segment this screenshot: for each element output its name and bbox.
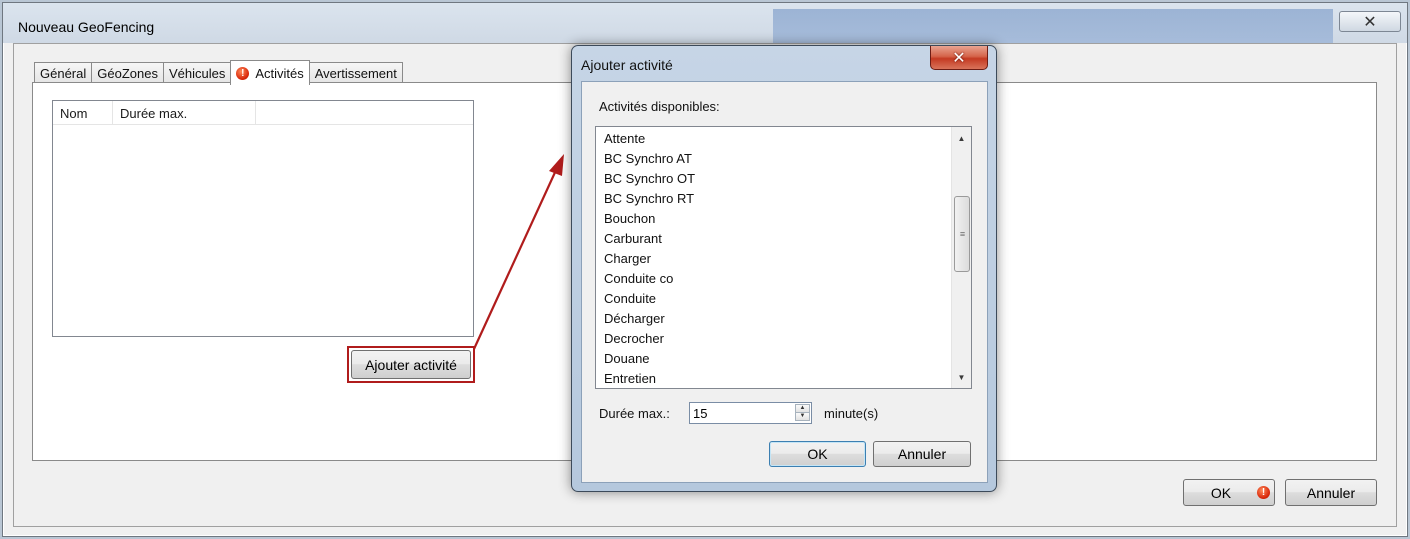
tab-vehicules[interactable]: Véhicules [162, 62, 232, 84]
duration-unit-label: minute(s) [824, 406, 879, 421]
dialog-ok-button[interactable]: OK [769, 441, 866, 467]
list-item[interactable]: BC Synchro OT [596, 169, 948, 189]
vertical-scrollbar[interactable]: ▲ ≡ ▼ [951, 127, 971, 388]
tab-label: Activités [255, 65, 304, 81]
dialog-close-button[interactable]: ✕ [930, 46, 988, 70]
dialog-cancel-button[interactable]: Annuler [873, 441, 971, 467]
scroll-down-icon[interactable]: ▼ [952, 368, 971, 386]
tab-activites[interactable]: ! Activités [230, 60, 310, 85]
column-header-nom[interactable]: Nom [53, 101, 113, 125]
close-icon: ✕ [1363, 13, 1377, 31]
list-item[interactable]: Entretien [596, 369, 948, 388]
tab-avertissement[interactable]: Avertissement [308, 62, 403, 84]
duration-label: Durée max.: [599, 406, 670, 421]
list-item[interactable]: Conduite [596, 289, 948, 309]
tab-label: Général [40, 66, 87, 81]
main-titlebar[interactable] [3, 3, 1407, 43]
list-header: Nom Durée max. [53, 101, 473, 125]
tab-geozones[interactable]: GéoZones [91, 62, 164, 84]
scroll-up-icon[interactable]: ▲ [952, 129, 971, 147]
list-item[interactable]: Carburant [596, 229, 948, 249]
button-label: Ajouter activité [365, 356, 457, 373]
column-header-duree-max[interactable]: Durée max. [113, 101, 256, 125]
duration-input[interactable] [692, 404, 792, 422]
list-item[interactable]: Bouchon [596, 209, 948, 229]
warning-icon: ! [236, 66, 250, 80]
listbox-items: Attente BC Synchro AT BC Synchro OT BC S… [596, 129, 948, 388]
button-label: OK [807, 446, 828, 462]
tab-strip: Général GéoZones Véhicules ! Activités A… [34, 60, 403, 85]
list-item[interactable]: BC Synchro RT [596, 189, 948, 209]
available-activities-label: Activités disponibles: [599, 99, 720, 114]
tab-label: Véhicules [168, 66, 226, 81]
list-item[interactable]: Decrocher [596, 329, 948, 349]
list-item[interactable]: Conduite co [596, 269, 948, 289]
list-item[interactable]: Décharger [596, 309, 948, 329]
main-close-button[interactable]: ✕ [1339, 11, 1401, 32]
spin-buttons: ▲ ▼ [795, 404, 810, 422]
warning-icon: ! [1257, 486, 1270, 499]
dialog-title: Ajouter activité [581, 57, 673, 73]
tab-general[interactable]: Général [34, 62, 93, 84]
close-icon: ✕ [952, 49, 966, 67]
tab-label: Avertissement [314, 66, 397, 81]
activities-list[interactable]: Nom Durée max. [52, 100, 474, 337]
add-activity-button[interactable]: Ajouter activité [351, 350, 471, 379]
button-label: Annuler [1306, 484, 1356, 501]
button-label: Annuler [897, 446, 947, 462]
list-item[interactable]: Douane [596, 349, 948, 369]
main-ok-button[interactable]: OK ! [1183, 479, 1275, 506]
button-label: OK [1210, 484, 1232, 501]
list-item[interactable]: BC Synchro AT [596, 149, 948, 169]
list-item[interactable]: Charger [596, 249, 948, 269]
main-cancel-button[interactable]: Annuler [1285, 479, 1377, 506]
background-window-strip [773, 9, 1333, 43]
list-item[interactable]: Attente [596, 129, 948, 149]
main-window-title: Nouveau GeoFencing [18, 19, 155, 35]
tab-label: GéoZones [97, 66, 158, 81]
scroll-thumb[interactable]: ≡ [954, 196, 970, 272]
available-activities-listbox[interactable]: Attente BC Synchro AT BC Synchro OT BC S… [595, 126, 972, 389]
duration-spinner[interactable]: ▲ ▼ [689, 402, 812, 424]
spin-down-icon[interactable]: ▼ [795, 412, 810, 421]
